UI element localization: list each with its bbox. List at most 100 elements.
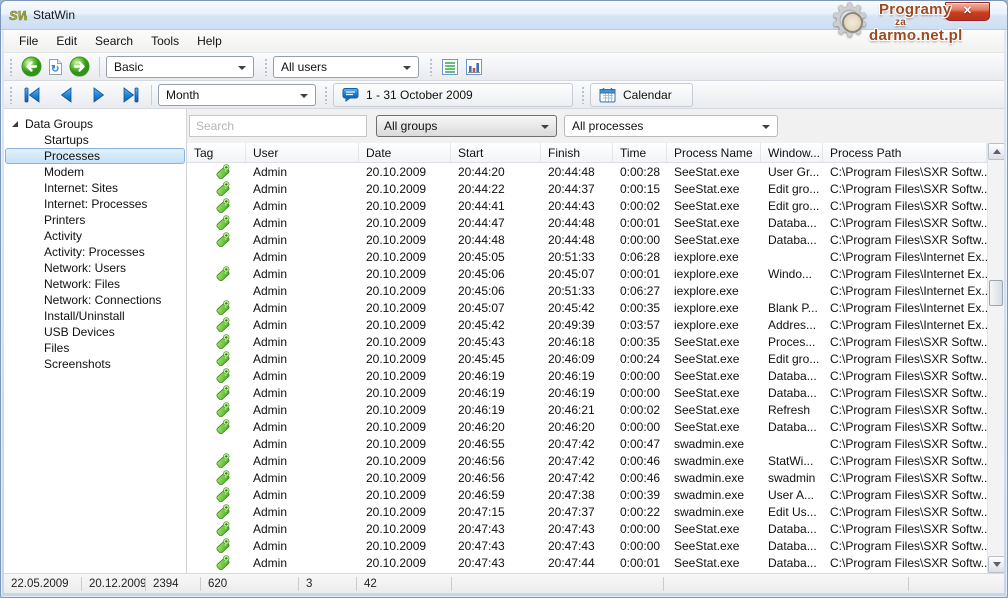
sidebar-item-activity-processes[interactable]: Activity: Processes [5, 244, 185, 260]
back-button[interactable] [18, 56, 45, 77]
cell-date: 20.10.2009 [359, 369, 451, 383]
table-row[interactable]: Admin20.10.200920:45:4520:46:090:00:24Se… [187, 350, 987, 367]
menu-file[interactable]: File [10, 31, 47, 51]
table-row[interactable]: Admin20.10.200920:44:4820:44:480:00:00Se… [187, 231, 987, 248]
cell-time: 0:00:39 [613, 488, 667, 502]
table-row[interactable]: Admin20.10.200920:47:1520:47:370:00:22sw… [187, 503, 987, 520]
cell-user: Admin [246, 250, 359, 264]
close-icon: ✕ [963, 6, 972, 17]
forward-button[interactable] [66, 56, 93, 77]
sidebar-item-files[interactable]: Files [5, 340, 185, 356]
table-row[interactable]: Admin20.10.200920:44:4120:44:430:00:02Se… [187, 197, 987, 214]
table-row[interactable]: Admin20.10.200920:46:5620:47:420:00:46sw… [187, 452, 987, 469]
scroll-up-button[interactable] [988, 143, 1004, 160]
cell-process: iexplore.exe [667, 284, 761, 298]
sidebar-item-screenshots[interactable]: Screenshots [5, 356, 185, 372]
period-select[interactable]: Month [158, 84, 316, 106]
sidebar-item-usb-devices[interactable]: USB Devices [5, 324, 185, 340]
table-row[interactable]: Admin20.10.200920:45:0620:51:330:06:27ie… [187, 282, 987, 299]
scroll-up-icon [993, 149, 1001, 154]
table-row[interactable]: Admin20.10.200920:47:4320:47:430:00:00Se… [187, 537, 987, 554]
sidebar-item-internet-processes[interactable]: Internet: Processes [5, 196, 185, 212]
scrollbar-thumb[interactable] [989, 280, 1003, 306]
window-title: StatWin [33, 8, 75, 22]
calendar-button[interactable]: Calendar [590, 83, 693, 107]
table-row[interactable]: Admin20.10.200920:46:5620:47:420:00:46sw… [187, 469, 987, 486]
table-body: Admin20.10.200920:44:2020:44:480:00:28Se… [187, 163, 987, 573]
table-row[interactable]: Admin20.10.200920:44:2020:44:480:00:28Se… [187, 163, 987, 180]
chevron-down-icon [403, 66, 411, 70]
sidebar-item-activity[interactable]: Activity [5, 228, 185, 244]
cell-path: C:\Program Files\SXR Softw... [823, 199, 987, 213]
menu-tools[interactable]: Tools [142, 31, 188, 51]
first-period-button[interactable] [18, 85, 46, 105]
menu-help[interactable]: Help [188, 31, 231, 51]
cell-window: Databa... [761, 539, 823, 553]
title-bar[interactable]: SW StatWin ✕ [1, 1, 1007, 30]
refresh-button[interactable]: ↻ [45, 58, 66, 76]
scroll-down-button[interactable] [988, 556, 1004, 573]
column-header-window-[interactable]: Window... [761, 143, 823, 162]
cell-time: 0:00:24 [613, 352, 667, 366]
cell-finish: 20:51:33 [541, 284, 613, 298]
search-input[interactable] [189, 115, 367, 137]
table-row[interactable]: Admin20.10.200920:47:4320:47:430:00:00Se… [187, 520, 987, 537]
table-row[interactable]: Admin20.10.200920:46:5520:47:420:00:47sw… [187, 435, 987, 452]
view-select[interactable]: Basic [106, 56, 254, 78]
table-row[interactable]: Admin20.10.200920:44:4720:44:480:00:01Se… [187, 214, 987, 231]
groups-select[interactable]: All groups [376, 115, 557, 137]
table-row[interactable]: Admin20.10.200920:46:2020:46:200:00:00Se… [187, 418, 987, 435]
list-view-button[interactable] [438, 58, 462, 76]
table-row[interactable]: Admin20.10.200920:45:4220:49:390:03:57ie… [187, 316, 987, 333]
table-row[interactable]: Admin20.10.200920:45:0520:51:330:06:28ie… [187, 248, 987, 265]
table-row[interactable]: Admin20.10.200920:45:4320:46:180:00:35Se… [187, 333, 987, 350]
chart-view-button[interactable] [462, 58, 486, 76]
sidebar-item-network-users[interactable]: Network: Users [5, 260, 185, 276]
sidebar-item-modem[interactable]: Modem [5, 164, 185, 180]
column-header-date[interactable]: Date [359, 143, 451, 162]
cell-path: C:\Program Files\SXR Softw... [823, 505, 987, 519]
sidebar-item-network-files[interactable]: Network: Files [5, 276, 185, 292]
cell-time: 0:00:00 [613, 233, 667, 247]
cell-finish: 20:45:07 [541, 267, 613, 281]
table-row[interactable]: Admin20.10.200920:45:0720:45:420:00:35ie… [187, 299, 987, 316]
column-header-tag[interactable]: Tag [187, 143, 246, 162]
cell-path: C:\Program Files\Internet Ex... [823, 284, 987, 298]
last-period-button[interactable] [117, 85, 145, 105]
sidebar-item-startups[interactable]: Startups [5, 132, 185, 148]
column-header-user[interactable]: User [246, 143, 359, 162]
menu-search[interactable]: Search [86, 31, 142, 51]
menu-edit[interactable]: Edit [47, 31, 86, 51]
column-header-start[interactable]: Start [451, 143, 541, 162]
table-row[interactable]: Admin20.10.200920:46:5920:47:380:00:39sw… [187, 486, 987, 503]
tree-expander-icon[interactable] [12, 121, 18, 127]
sidebar-item-processes[interactable]: Processes [5, 148, 185, 164]
cell-window: StatWi... [761, 454, 823, 468]
table-row[interactable]: Admin20.10.200920:44:2220:44:370:00:15Se… [187, 180, 987, 197]
next-period-button[interactable] [86, 85, 112, 105]
column-header-finish[interactable]: Finish [541, 143, 613, 162]
column-header-process-path[interactable]: Process Path [823, 143, 987, 162]
table-row[interactable]: Admin20.10.200920:47:4320:47:440:00:01Se… [187, 554, 987, 571]
column-header-time[interactable]: Time [613, 143, 667, 162]
vertical-scrollbar[interactable] [987, 143, 1004, 573]
cell-start: 20:46:59 [451, 488, 541, 502]
users-select[interactable]: All users [273, 56, 419, 78]
sidebar-item-network-connections[interactable]: Network: Connections [5, 292, 185, 308]
cell-user: Admin [246, 539, 359, 553]
table-row[interactable]: Admin20.10.200920:46:1920:46:210:00:02Se… [187, 401, 987, 418]
cell-window: Edit gro... [761, 199, 823, 213]
column-header-process-name[interactable]: Process Name [667, 143, 761, 162]
close-button[interactable]: ✕ [945, 2, 990, 21]
table-row[interactable]: Admin20.10.200920:46:1920:46:190:00:00Se… [187, 384, 987, 401]
comment-bubble-icon [342, 87, 359, 102]
tree-root-data-groups[interactable]: Data Groups [4, 116, 186, 132]
sidebar-item-internet-sites[interactable]: Internet: Sites [5, 180, 185, 196]
previous-period-button[interactable] [53, 85, 79, 105]
table-row[interactable]: Admin20.10.200920:46:1920:46:190:00:00Se… [187, 367, 987, 384]
process-select[interactable]: All processes [564, 115, 778, 137]
table-row[interactable]: Admin20.10.200920:45:0620:45:070:00:01ie… [187, 265, 987, 282]
cell-time: 0:00:01 [613, 216, 667, 230]
sidebar-item-install-uninstall[interactable]: Install/Uninstall [5, 308, 185, 324]
sidebar-item-printers[interactable]: Printers [5, 212, 185, 228]
